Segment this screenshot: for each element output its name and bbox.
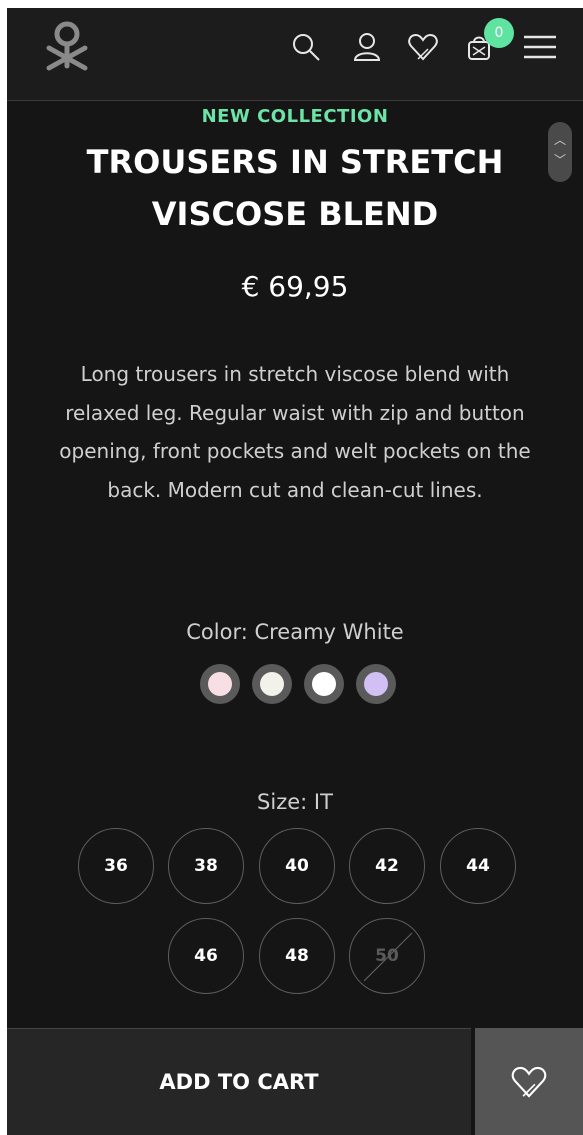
size-option-50-unavailable: 50 [349,918,425,994]
color-label: Color: Creamy White [186,620,404,644]
swatch-dot [312,672,336,696]
size-option-46[interactable]: 46 [168,918,244,994]
chevron-up-icon[interactable]: ︿ [548,130,572,150]
cart-count-badge: 0 [484,18,514,48]
benetton-logo[interactable] [37,20,97,72]
menu-icon[interactable] [523,30,557,64]
product-page: 0 ︿ ﹀ NEW COLLECTION TROUSERS IN STRETCH… [7,8,583,1135]
product-title: TROUSERS IN STRETCH VISCOSE BLEND [86,143,504,233]
size-option-40[interactable]: 40 [259,828,335,904]
color-swatch-pink[interactable] [200,664,240,704]
scroll-control[interactable]: ︿ ﹀ [548,122,572,182]
product-description: Long trousers in stretch viscose blend w… [59,362,531,502]
product-price: € 69,95 [241,270,349,303]
size-label: Size: IT [257,790,333,814]
size-option-36[interactable]: 36 [78,828,154,904]
size-option-42[interactable]: 42 [349,828,425,904]
strikethrough-line [363,932,413,982]
swatch-dot [208,672,232,696]
search-icon[interactable] [289,30,323,64]
color-swatch-white[interactable] [304,664,344,704]
add-to-cart-button[interactable]: ADD TO CART [7,1028,471,1135]
top-header: 0 [7,8,583,101]
heart-icon[interactable] [406,30,440,64]
user-icon[interactable] [350,30,384,64]
heart-icon [511,1066,547,1098]
swatch-dot [364,672,388,696]
wishlist-button[interactable] [475,1028,583,1135]
color-swatch-lilac[interactable] [356,664,396,704]
size-option-48[interactable]: 48 [259,918,335,994]
color-swatch-creamy-white[interactable] [252,664,292,704]
chevron-down-icon[interactable]: ﹀ [548,150,572,170]
size-option-38[interactable]: 38 [168,828,244,904]
swatch-dot [260,672,284,696]
collection-label: NEW COLLECTION [201,106,389,127]
size-option-44[interactable]: 44 [440,828,516,904]
add-to-cart-label: ADD TO CART [159,1070,319,1094]
